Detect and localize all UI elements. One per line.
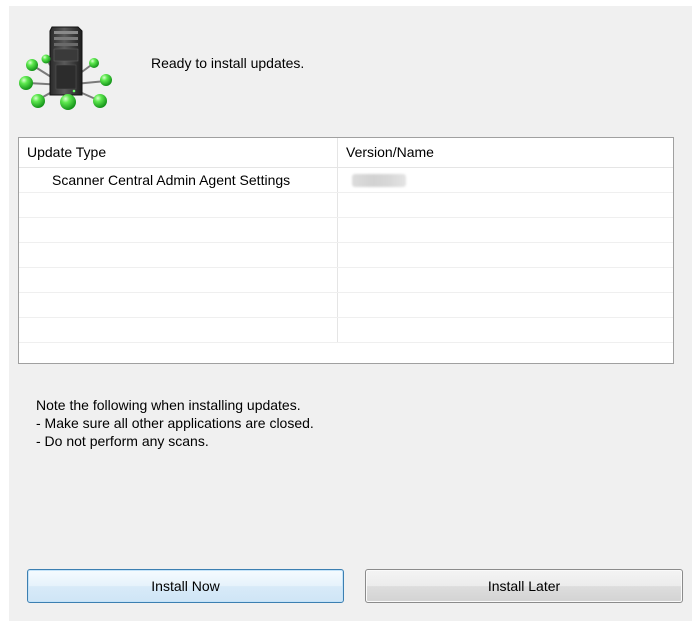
table-row-empty (19, 218, 673, 243)
networked-server-icon (19, 26, 112, 110)
table-row-empty (19, 193, 673, 218)
redacted-version-value (352, 174, 406, 187)
status-message: Ready to install updates. (151, 55, 305, 71)
table-row-empty (19, 318, 673, 343)
table-row-empty (19, 243, 673, 268)
table-row-empty (19, 268, 673, 293)
install-later-button[interactable]: Install Later (365, 569, 683, 603)
install-notes: Note the following when installing updat… (36, 396, 314, 450)
column-header-version-name[interactable]: Version/Name (338, 138, 673, 167)
table-header: Update Type Version/Name (19, 138, 673, 168)
updates-table[interactable]: Update Type Version/Name Scanner Central… (18, 137, 674, 364)
install-now-button[interactable]: Install Now (27, 569, 344, 603)
notes-item: - Do not perform any scans. (36, 433, 209, 449)
column-header-update-type[interactable]: Update Type (19, 138, 338, 167)
notes-item: - Make sure all other applications are c… (36, 415, 314, 431)
cell-version-name (338, 168, 673, 192)
table-row[interactable]: Scanner Central Admin Agent Settings (19, 168, 673, 193)
cell-update-type: Scanner Central Admin Agent Settings (19, 168, 338, 192)
table-row-empty (19, 293, 673, 318)
notes-heading: Note the following when installing updat… (36, 397, 301, 413)
